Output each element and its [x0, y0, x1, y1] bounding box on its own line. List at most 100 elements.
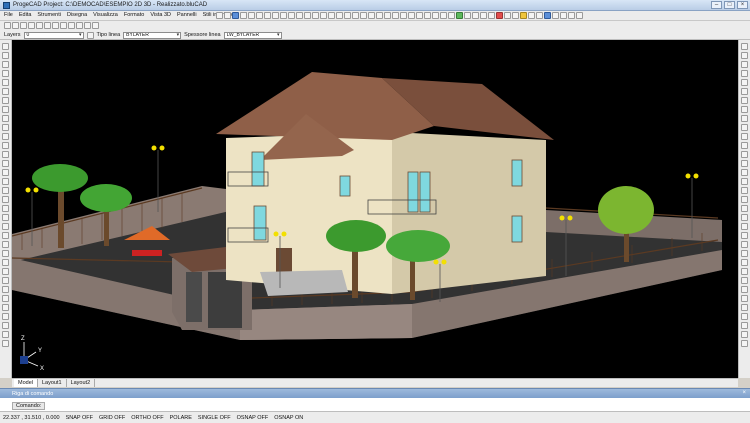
- measure-icon[interactable]: [504, 12, 511, 19]
- right-tool-icon[interactable]: [741, 241, 748, 248]
- offset-icon[interactable]: [400, 12, 407, 19]
- left-tool-icon[interactable]: [2, 124, 9, 131]
- copy-icon[interactable]: [256, 12, 263, 19]
- right-tool-icon[interactable]: [741, 52, 748, 59]
- line2-icon[interactable]: [20, 22, 27, 29]
- table-icon[interactable]: [92, 22, 99, 29]
- ellipse-icon[interactable]: [44, 22, 51, 29]
- linetype-combo[interactable]: BYLAYER: [123, 31, 182, 39]
- polyline-icon[interactable]: [296, 12, 303, 19]
- left-tool-icon[interactable]: [2, 187, 9, 194]
- array-icon[interactable]: [424, 12, 431, 19]
- right-tool-icon[interactable]: [741, 259, 748, 266]
- right-tool-icon[interactable]: [741, 340, 748, 347]
- close-button[interactable]: ×: [737, 1, 748, 9]
- zoom-icon[interactable]: [480, 12, 487, 19]
- help-icon[interactable]: [576, 12, 583, 19]
- status-single[interactable]: SINGLE OFF: [198, 415, 231, 421]
- left-tool-icon[interactable]: [2, 52, 9, 59]
- insert-icon[interactable]: [448, 12, 455, 19]
- minimize-button[interactable]: –: [711, 1, 722, 9]
- left-tool-icon[interactable]: [2, 241, 9, 248]
- right-tool-icon[interactable]: [741, 313, 748, 320]
- status-polar[interactable]: POLARE: [170, 415, 192, 421]
- tab-layout2[interactable]: Layout2: [67, 379, 96, 387]
- right-tool-icon[interactable]: [741, 106, 748, 113]
- menu-visualizza[interactable]: Visualizza: [93, 12, 118, 18]
- layer-manager-icon[interactable]: [86, 31, 94, 39]
- polygon-icon[interactable]: [52, 22, 59, 29]
- right-tool-icon[interactable]: [741, 322, 748, 329]
- left-tool-icon[interactable]: [2, 43, 9, 50]
- text-icon[interactable]: [336, 12, 343, 19]
- left-tool-icon[interactable]: [2, 97, 9, 104]
- left-tool-icon[interactable]: [2, 250, 9, 257]
- right-tool-icon[interactable]: [741, 277, 748, 284]
- right-tool-icon[interactable]: [741, 205, 748, 212]
- left-tool-icon[interactable]: [2, 151, 9, 158]
- spline-icon[interactable]: [36, 22, 43, 29]
- right-tool-icon[interactable]: [741, 151, 748, 158]
- right-tool-icon[interactable]: [741, 187, 748, 194]
- menu-formato[interactable]: Formato: [124, 12, 144, 18]
- right-tool-icon[interactable]: [741, 196, 748, 203]
- menu-strumenti[interactable]: Strumenti: [37, 12, 61, 18]
- right-tool-icon[interactable]: [741, 88, 748, 95]
- right-tool-icon[interactable]: [741, 142, 748, 149]
- rectangle-icon[interactable]: [320, 12, 327, 19]
- left-tool-icon[interactable]: [2, 169, 9, 176]
- close-icon[interactable]: ×: [742, 390, 746, 396]
- maximize-button[interactable]: □: [724, 1, 735, 9]
- donut-icon[interactable]: [60, 22, 67, 29]
- right-tool-icon[interactable]: [741, 232, 748, 239]
- ucs-icon[interactable]: [552, 12, 559, 19]
- area-icon[interactable]: [512, 12, 519, 19]
- block-icon[interactable]: [440, 12, 447, 19]
- chamfer-icon[interactable]: [416, 12, 423, 19]
- left-tool-icon[interactable]: [2, 88, 9, 95]
- tab-model[interactable]: Model: [14, 379, 38, 387]
- status-osnap-on[interactable]: OSNAP ON: [274, 415, 303, 421]
- orbit-icon[interactable]: [544, 12, 551, 19]
- right-tool-icon[interactable]: [741, 79, 748, 86]
- left-tool-icon[interactable]: [2, 178, 9, 185]
- left-tool-icon[interactable]: [2, 196, 9, 203]
- redo-icon[interactable]: [280, 12, 287, 19]
- right-tool-icon[interactable]: [741, 268, 748, 275]
- cloud-icon[interactable]: [76, 22, 83, 29]
- scale-icon[interactable]: [368, 12, 375, 19]
- status-ortho[interactable]: ORTHO OFF: [131, 415, 163, 421]
- layer-combo[interactable]: 0: [23, 31, 84, 39]
- layer-icon[interactable]: [456, 12, 463, 19]
- left-tool-icon[interactable]: [2, 340, 9, 347]
- region-icon[interactable]: [68, 22, 75, 29]
- left-tool-icon[interactable]: [2, 268, 9, 275]
- pan-icon[interactable]: [488, 12, 495, 19]
- right-tool-icon[interactable]: [741, 97, 748, 104]
- view-icon[interactable]: [536, 12, 543, 19]
- left-tool-icon[interactable]: [2, 295, 9, 302]
- wipeout-icon[interactable]: [84, 22, 91, 29]
- left-tool-icon[interactable]: [2, 259, 9, 266]
- menu-disegna[interactable]: Disegna: [67, 12, 87, 18]
- move-icon[interactable]: [352, 12, 359, 19]
- image-icon[interactable]: [560, 12, 567, 19]
- right-tool-icon[interactable]: [741, 286, 748, 293]
- properties-icon[interactable]: [464, 12, 471, 19]
- print-icon[interactable]: [240, 12, 247, 19]
- right-tool-icon[interactable]: [741, 223, 748, 230]
- pdf-icon[interactable]: [568, 12, 575, 19]
- left-tool-icon[interactable]: [2, 160, 9, 167]
- hatch-icon[interactable]: [328, 12, 335, 19]
- right-tool-icon[interactable]: [741, 115, 748, 122]
- line-icon[interactable]: [288, 12, 295, 19]
- left-tool-icon[interactable]: [2, 205, 9, 212]
- dimension-icon[interactable]: [344, 12, 351, 19]
- delete-icon[interactable]: [496, 12, 503, 19]
- right-tool-icon[interactable]: [741, 250, 748, 257]
- status-snap[interactable]: SNAP OFF: [66, 415, 93, 421]
- right-tool-icon[interactable]: [741, 214, 748, 221]
- drawing-viewport[interactable]: Z Y X: [12, 40, 738, 378]
- open-icon[interactable]: [224, 12, 231, 19]
- menu-file[interactable]: File: [4, 12, 13, 18]
